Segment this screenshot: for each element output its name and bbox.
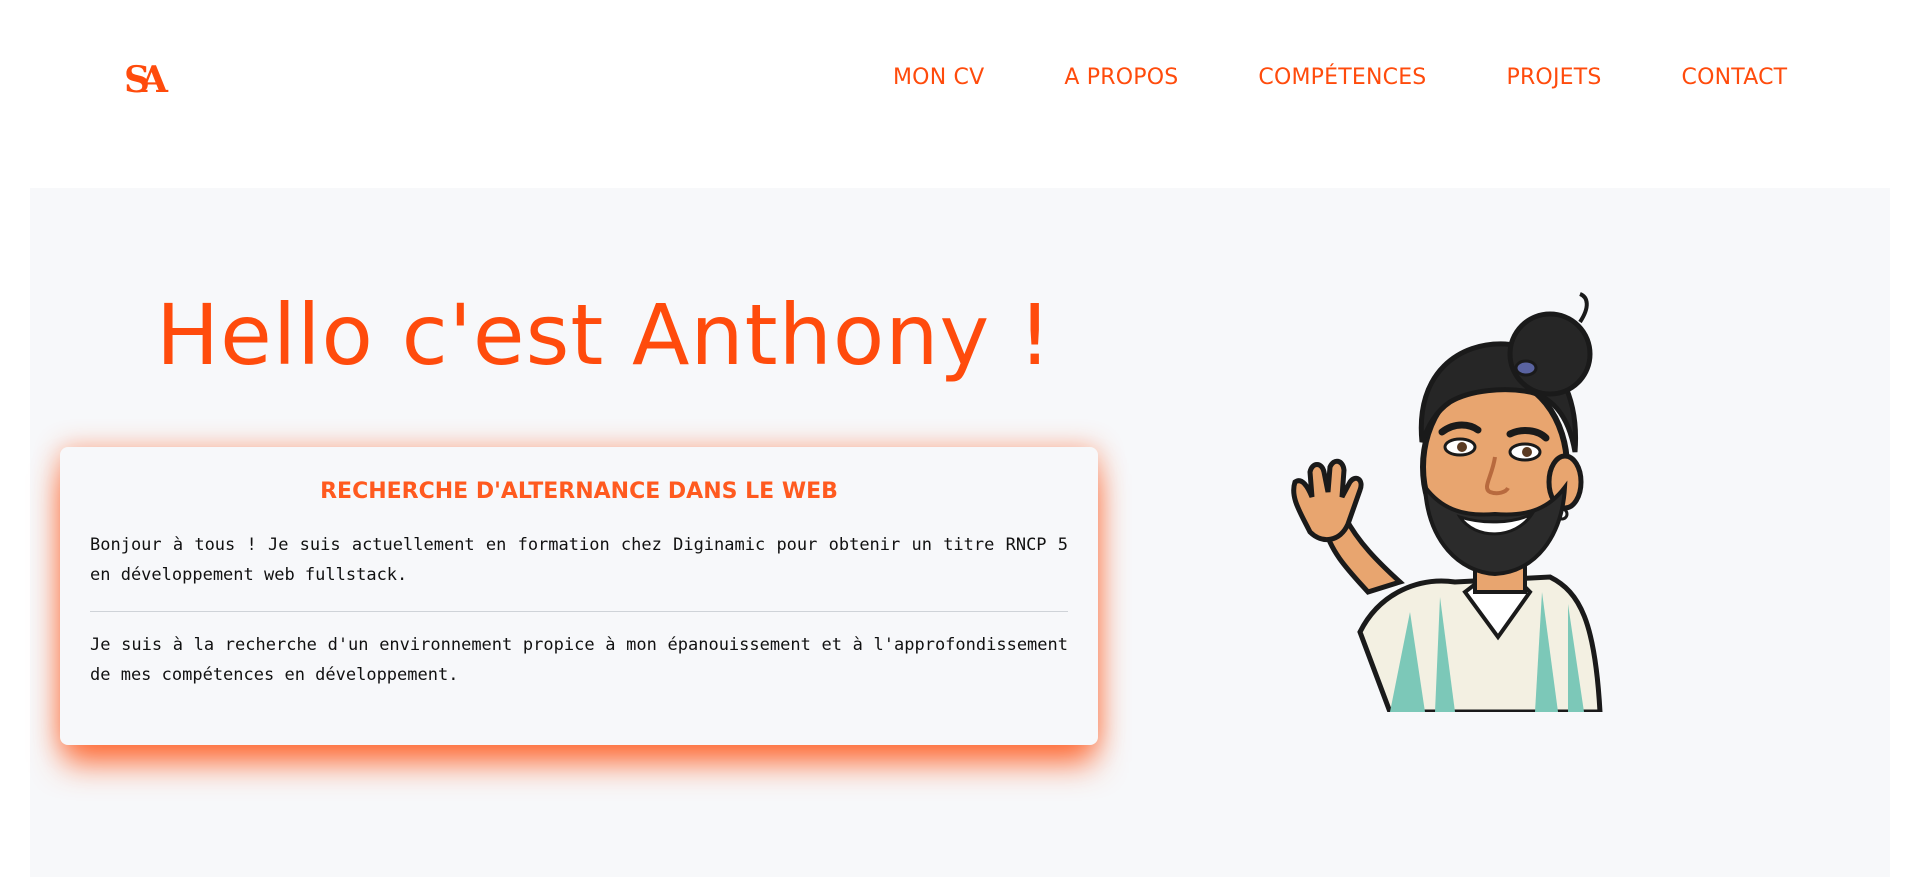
sa-logo[interactable]: SA xyxy=(124,56,170,100)
nav-link-competences[interactable]: COMPÉTENCES xyxy=(1258,64,1426,92)
intro-card-title: RECHERCHE D'ALTERNANCE DANS LE WEB xyxy=(320,479,838,504)
hero-section: Hello c'est Anthony ! RECHERCHE D'ALTERN… xyxy=(30,188,1890,877)
intro-paragraph-1: Bonjour à tous ! Je suis actuellement en… xyxy=(90,535,1068,585)
waving-avatar-illustration xyxy=(1291,292,1603,712)
svg-text:SA: SA xyxy=(124,59,169,100)
intro-card: RECHERCHE D'ALTERNANCE DANS LE WEB Bonjo… xyxy=(60,447,1098,745)
nav-link-projets[interactable]: PROJETS xyxy=(1506,64,1601,92)
intro-paragraph-2: Je suis à la recherche d'un environnemen… xyxy=(90,635,1068,685)
intro-divider xyxy=(90,611,1068,612)
site-header: SA MON CV A PROPOS COMPÉTENCES PROJETS C… xyxy=(0,0,1920,156)
nav-link-contact[interactable]: CONTACT xyxy=(1682,64,1788,92)
hero-title: Hello c'est Anthony ! xyxy=(156,286,1053,384)
nav-link-a-propos[interactable]: A PROPOS xyxy=(1064,64,1178,92)
nav-link-mon-cv[interactable]: MON CV xyxy=(893,64,984,92)
main-nav: MON CV A PROPOS COMPÉTENCES PROJETS CONT… xyxy=(893,64,1787,92)
